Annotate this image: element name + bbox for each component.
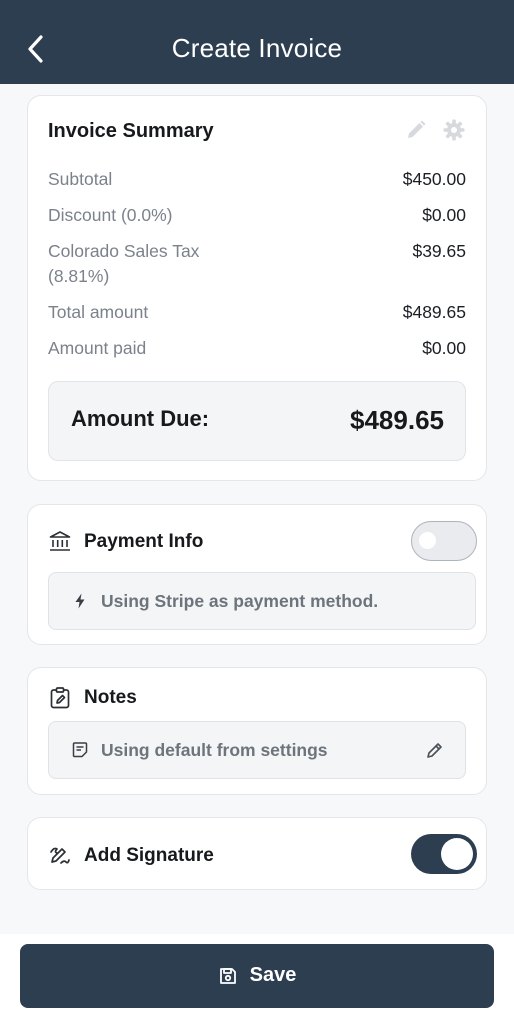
payment-method-text: Using Stripe as payment method. xyxy=(101,591,379,611)
discount-value: $0.00 xyxy=(422,205,466,225)
summary-actions xyxy=(404,118,466,142)
edit-notes-icon[interactable] xyxy=(425,740,445,760)
payment-info-toggle[interactable] xyxy=(411,521,477,561)
sales-tax-label: Colorado Sales Tax xyxy=(48,241,200,261)
payment-info-title: Payment Info xyxy=(84,531,204,552)
notes-text: Using default from settings xyxy=(101,740,328,760)
payment-info-card: Payment Info Using Stripe as payment met… xyxy=(27,504,487,645)
discount-label: Discount (0.0%) xyxy=(48,205,173,225)
save-label: Save xyxy=(249,964,297,986)
amount-due-box: Amount Due: $489.65 xyxy=(48,381,466,461)
clipboard-edit-icon xyxy=(48,686,72,710)
add-signature-title: Add Signature xyxy=(84,845,214,866)
amount-paid-value: $0.00 xyxy=(422,338,466,358)
amount-paid-label: Amount paid xyxy=(48,338,147,358)
sales-tax-value: $39.65 xyxy=(412,241,466,261)
toggle-knob xyxy=(441,838,473,870)
gear-icon[interactable] xyxy=(442,118,466,142)
save-button[interactable]: Save xyxy=(20,944,494,1008)
payment-method-box: Using Stripe as payment method. xyxy=(48,572,476,630)
bolt-icon xyxy=(71,592,89,610)
invoice-summary-title: Invoice Summary xyxy=(48,120,214,142)
subtotal-value: $450.00 xyxy=(402,169,466,189)
add-signature-toggle[interactable] xyxy=(411,834,477,874)
notes-box[interactable]: Using default from settings xyxy=(48,721,466,779)
save-button-content: Save xyxy=(20,964,494,987)
subtotal-label: Subtotal xyxy=(48,169,113,189)
app-header: Create Invoice xyxy=(0,0,514,84)
signature-icon xyxy=(48,843,72,867)
note-icon xyxy=(71,741,89,759)
pencil-icon[interactable] xyxy=(404,118,428,142)
notes-title: Notes xyxy=(84,687,137,708)
floppy-disk-icon xyxy=(218,966,238,986)
amount-due-label: Amount Due: xyxy=(71,406,210,431)
toggle-knob xyxy=(419,532,436,549)
notes-card: Notes Using default from settings xyxy=(27,667,487,795)
page-title: Create Invoice xyxy=(171,33,343,63)
bank-icon xyxy=(48,529,72,553)
footer-bar: Save xyxy=(0,934,514,1024)
invoice-summary-card: Invoice Summary Subtotal $450.00 Discoun… xyxy=(27,95,487,481)
total-amount-value: $489.65 xyxy=(402,302,466,322)
sales-tax-rate: (8.81%) xyxy=(48,266,110,286)
total-amount-label: Total amount xyxy=(48,302,149,322)
amount-due-value: $489.65 xyxy=(350,405,444,435)
signature-card: Add Signature xyxy=(27,817,487,890)
